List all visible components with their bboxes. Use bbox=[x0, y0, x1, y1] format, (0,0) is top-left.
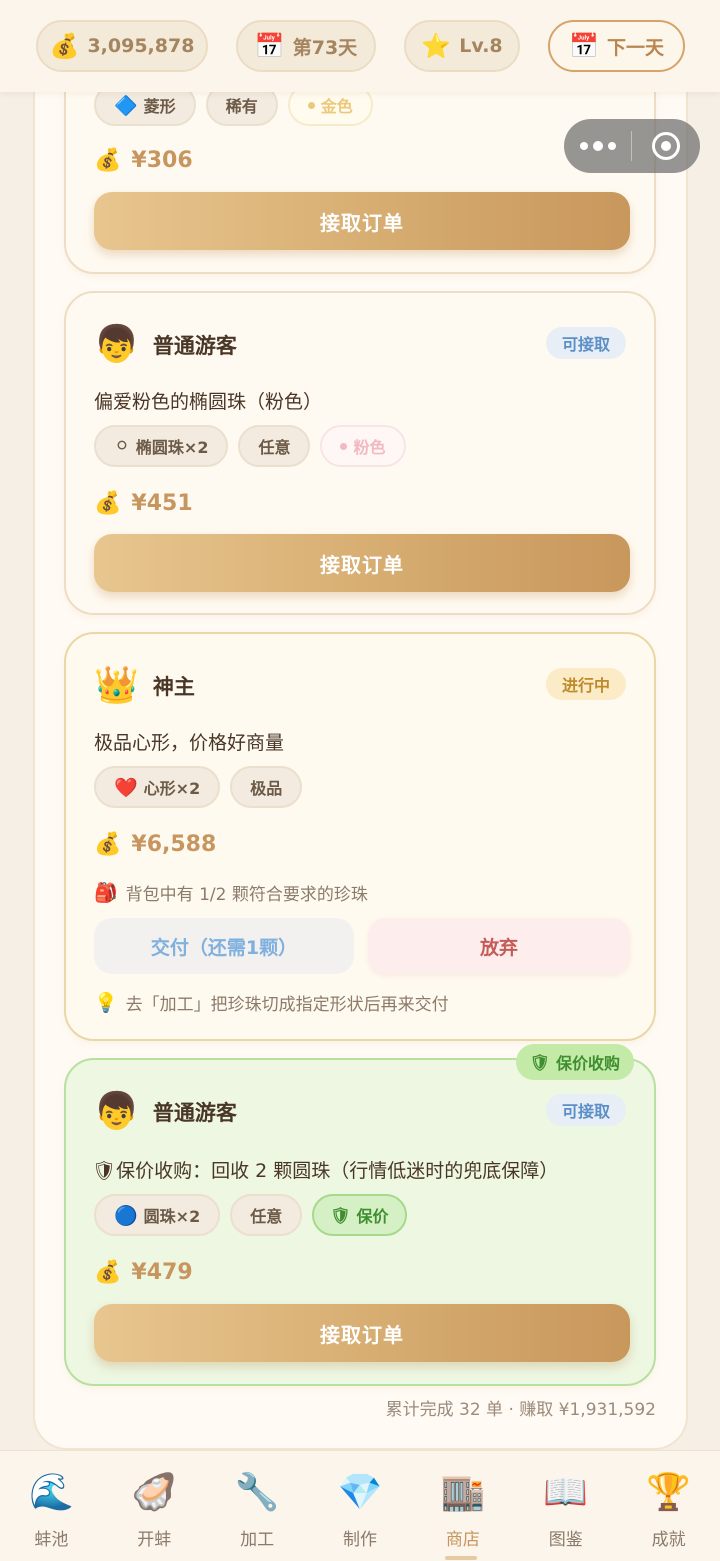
customer-name: 神主 bbox=[152, 675, 195, 699]
coins-display: 💰 3,095,878 bbox=[36, 20, 208, 72]
day-display: 📅 第73天 bbox=[236, 20, 376, 72]
customer-header: 👑 神主 bbox=[94, 664, 195, 708]
trophy-icon: 🏆 bbox=[646, 1472, 691, 1513]
lightbulb-icon: 💡 bbox=[94, 992, 118, 1014]
nav-item-pond[interactable]: 🌊 蚌池 bbox=[0, 1451, 103, 1561]
order-tags: ⚪ 椭圆珠×2 任意 粉色 bbox=[94, 425, 406, 467]
coins-value: 3,095,878 bbox=[87, 35, 195, 57]
star-icon: ⭐ bbox=[421, 32, 452, 60]
order-card-in-progress: 👑 神主 进行中 极品心形，价格好商量 ❤️ 心形×2 极品 💰 ¥6,588 … bbox=[64, 632, 656, 1041]
nav-item-achievements[interactable]: 🏆 成就 bbox=[617, 1451, 720, 1561]
nav-item-craft[interactable]: 💎 制作 bbox=[309, 1451, 412, 1561]
miniprogram-capsule bbox=[564, 119, 700, 173]
shield-icon: 🛡 bbox=[330, 1205, 351, 1225]
order-tag: 任意 bbox=[230, 1194, 303, 1236]
level-value: Lv.8 bbox=[459, 35, 503, 57]
nav-item-shop[interactable]: 🏬 商店 bbox=[411, 1451, 514, 1561]
book-icon: 📖 bbox=[543, 1472, 589, 1513]
order-price: 💰 ¥306 bbox=[94, 148, 193, 173]
top-status-bar: 💰 3,095,878 📅 第73天 ⭐ Lv.8 📅 下一天 bbox=[0, 0, 720, 92]
order-price: 💰 ¥451 bbox=[94, 491, 193, 516]
wrench-icon: 🔧 bbox=[234, 1472, 280, 1513]
status-badge: 进行中 bbox=[545, 668, 626, 700]
customer-name: 普通游客 bbox=[152, 1101, 237, 1125]
oyster-icon: 🦪 bbox=[131, 1472, 177, 1513]
accept-order-button[interactable]: 接取订单 bbox=[94, 534, 630, 592]
accept-order-button[interactable]: 接取订单 bbox=[94, 192, 630, 250]
status-badge: 可接取 bbox=[545, 1094, 626, 1126]
order-tag-guarantee: 🛡 保价 bbox=[312, 1194, 407, 1236]
close-miniprogram-button[interactable] bbox=[632, 132, 699, 160]
diamond-shape-icon: 🔷 bbox=[114, 94, 138, 117]
store-icon: 🏬 bbox=[440, 1472, 486, 1513]
guarantee-ribbon: 🛡 保价收购 bbox=[515, 1044, 634, 1080]
money-bag-icon: 💰 bbox=[49, 32, 80, 60]
shield-icon: 🛡 bbox=[92, 1160, 117, 1182]
color-dot-icon bbox=[340, 442, 348, 450]
more-menu-button[interactable] bbox=[564, 140, 631, 151]
money-bag-icon: 💰 bbox=[94, 1260, 122, 1285]
backpack-icon: 🎒 bbox=[94, 882, 118, 904]
nav-label: 开蚌 bbox=[137, 1530, 172, 1550]
abandon-button[interactable]: 放弃 bbox=[368, 918, 630, 974]
target-icon bbox=[651, 132, 680, 160]
money-bag-icon: 💰 bbox=[94, 148, 122, 173]
status-badge: 可接取 bbox=[545, 327, 626, 359]
order-tag: ❤️ 心形×2 bbox=[94, 766, 221, 808]
bottom-nav: 🌊 蚌池 🦪 开蚌 🔧 加工 💎 制作 🏬 商店 📖 图鉴 🏆 成就 bbox=[0, 1450, 720, 1561]
heart-icon: ❤️ bbox=[114, 776, 138, 799]
next-day-button[interactable]: 📅 下一天 bbox=[548, 20, 685, 72]
color-dot-icon bbox=[307, 101, 315, 109]
nav-label: 加工 bbox=[240, 1530, 275, 1550]
order-price: 💰 ¥6,588 bbox=[94, 832, 217, 857]
order-tags: ❤️ 心形×2 极品 bbox=[94, 766, 303, 808]
order-description: 🛡保价收购：回收 2 颗圆珠（行情低迷时的兜底保障） bbox=[92, 1160, 559, 1182]
day-value: 第73天 bbox=[292, 36, 358, 59]
shield-icon: 🛡 bbox=[529, 1052, 550, 1072]
wave-icon: 🌊 bbox=[29, 1472, 74, 1513]
processing-tip: 💡 去「加工」把珍珠切成指定形状后再来交付 bbox=[94, 992, 449, 1015]
nav-label: 蚌池 bbox=[34, 1530, 69, 1550]
customer-header: 👦 普通游客 bbox=[94, 323, 237, 367]
order-tag: 任意 bbox=[238, 425, 311, 467]
calendar-icon: 📅 bbox=[569, 32, 599, 60]
nav-item-collection[interactable]: 📖 图鉴 bbox=[514, 1451, 617, 1561]
order-tag-color: 粉色 bbox=[320, 425, 406, 467]
customer-header: 👦 普通游客 bbox=[94, 1090, 237, 1134]
money-bag-icon: 💰 bbox=[94, 832, 122, 857]
order-tag: 🔵 圆珠×2 bbox=[94, 1194, 221, 1236]
order-card: 👦 普通游客 可接取 偏爱粉色的椭圆珠（粉色） ⚪ 椭圆珠×2 任意 粉色 💰 … bbox=[64, 291, 656, 615]
level-display: ⭐ Lv.8 bbox=[404, 20, 520, 72]
order-price: 💰 ¥479 bbox=[94, 1260, 193, 1285]
nav-item-process[interactable]: 🔧 加工 bbox=[206, 1451, 309, 1561]
gem-icon: 💎 bbox=[337, 1472, 383, 1513]
nav-label: 商店 bbox=[445, 1530, 480, 1550]
accept-order-button[interactable]: 接取订单 bbox=[94, 1304, 630, 1362]
next-day-label: 下一天 bbox=[606, 36, 664, 59]
nav-label: 成就 bbox=[651, 1530, 686, 1550]
order-tags: 🔵 圆珠×2 任意 🛡 保价 bbox=[94, 1194, 407, 1236]
tourist-avatar-icon: 👦 bbox=[94, 1091, 139, 1132]
order-summary: 累计完成 32 单 · 赚取 ¥1,931,592 bbox=[385, 1400, 656, 1420]
calendar-icon: 📅 bbox=[254, 32, 285, 60]
crown-icon: 👑 bbox=[94, 665, 139, 706]
order-description: 极品心形，价格好商量 bbox=[94, 732, 285, 754]
money-bag-icon: 💰 bbox=[94, 491, 122, 516]
nav-label: 图鉴 bbox=[548, 1530, 583, 1550]
pearl-icon: ⚪ bbox=[114, 435, 130, 457]
nav-label: 制作 bbox=[343, 1530, 377, 1550]
order-tag: 极品 bbox=[230, 766, 303, 808]
more-dots-icon bbox=[579, 141, 588, 150]
round-pearl-icon: 🔵 bbox=[114, 1204, 138, 1227]
order-description: 偏爱粉色的椭圆珠（粉色） bbox=[94, 391, 323, 413]
order-tag: ⚪ 椭圆珠×2 bbox=[94, 425, 229, 467]
backpack-hint: 🎒 背包中有 1/2 颗符合要求的珍珠 bbox=[94, 882, 368, 905]
tourist-avatar-icon: 👦 bbox=[94, 324, 139, 365]
deliver-button[interactable]: 交付（还需1颗） bbox=[94, 918, 354, 974]
nav-item-open-oyster[interactable]: 🦪 开蚌 bbox=[103, 1451, 206, 1561]
customer-name: 普通游客 bbox=[152, 334, 237, 358]
order-card-guarantee: 🛡 保价收购 👦 普通游客 可接取 🛡保价收购：回收 2 颗圆珠（行情低迷时的兜… bbox=[64, 1044, 656, 1386]
